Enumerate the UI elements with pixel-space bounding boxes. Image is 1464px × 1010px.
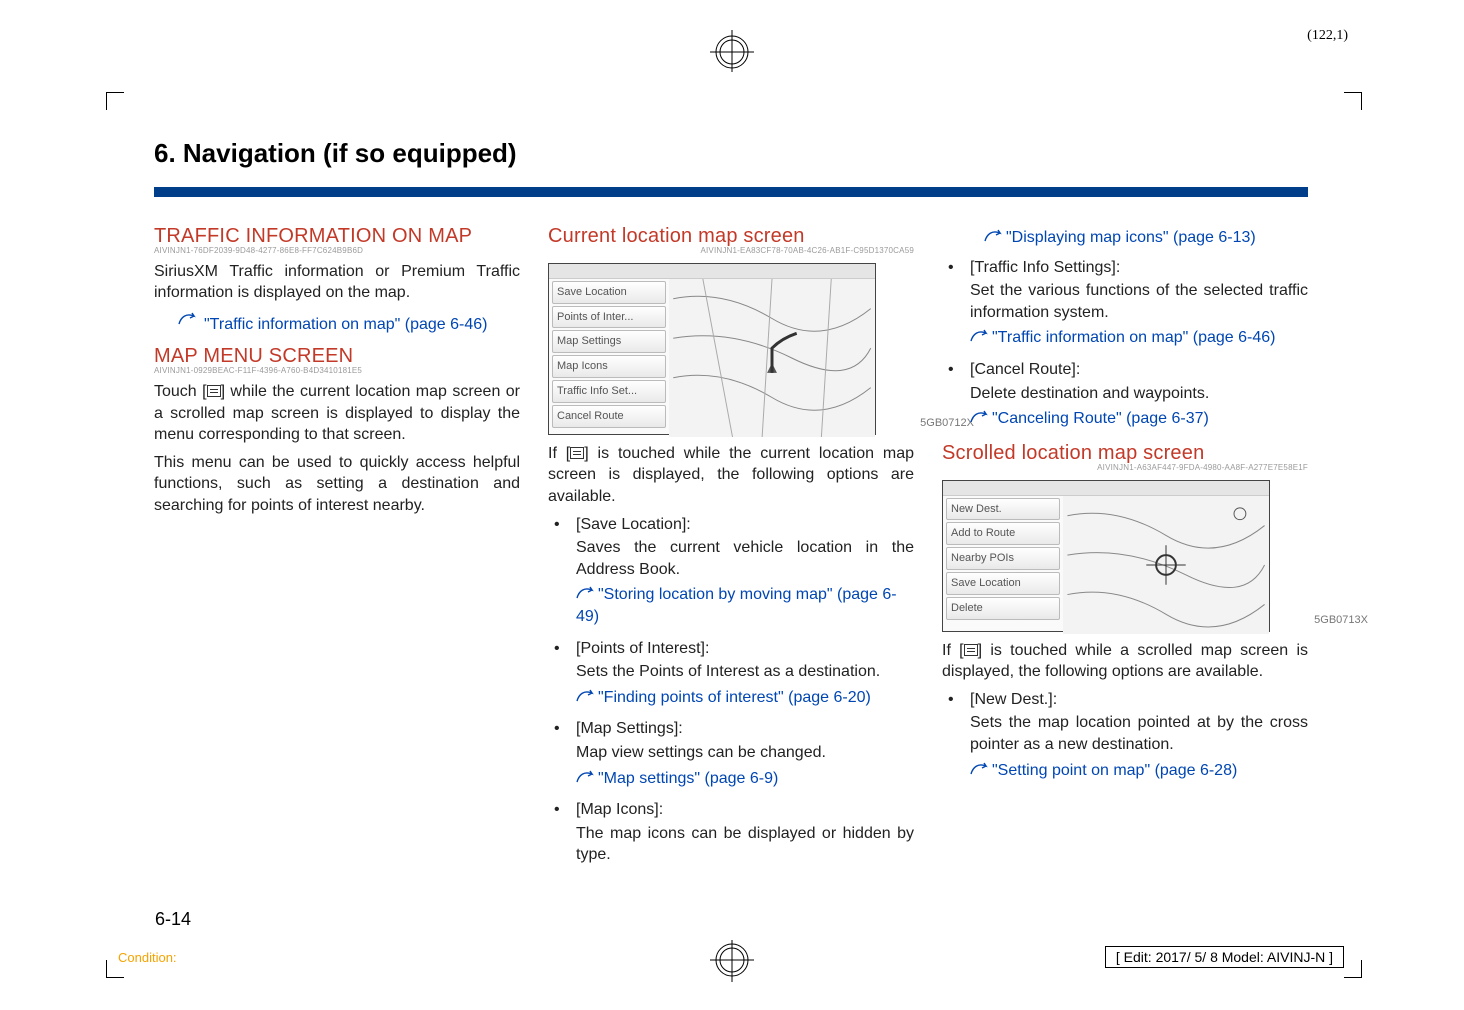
para-map-menu-touch: Touch [] while the current location map … xyxy=(154,381,520,446)
column-3: "Displaying map icons" (page 6-13) [Traf… xyxy=(942,223,1308,876)
pointer-icon xyxy=(576,768,598,790)
registration-mark-top xyxy=(702,12,762,72)
list-item: [Map Icons]: The map icons can be displa… xyxy=(548,799,914,866)
pointer-icon xyxy=(178,310,200,332)
pointer-icon xyxy=(970,327,992,349)
page-annotation: (122,1) xyxy=(1307,28,1348,44)
column-1: TRAFFIC INFORMATION ON MAP AIVINJN1-76DF… xyxy=(154,223,520,876)
ref-traffic-info-on-map: "Traffic information on map" (page 6-46) xyxy=(178,310,520,335)
option-list-scrolled: [New Dest.]: Sets the map location point… xyxy=(942,689,1308,781)
diagram-menu-item: Save Location xyxy=(552,281,666,304)
diagram-menu-list: Save Location Points of Inter... Map Set… xyxy=(549,279,669,437)
option-list-current: [Save Location]: Saves the current vehic… xyxy=(548,514,914,866)
diagram-map-panel xyxy=(1063,496,1269,634)
column-2: Current location map screen AIVINJN1-EA8… xyxy=(548,223,914,876)
diagram-menu-item: Map Icons xyxy=(552,355,666,378)
diagram-menu-item: Delete xyxy=(946,597,1060,620)
diagram-menu-list: New Dest. Add to Route Nearby POIs Save … xyxy=(943,496,1063,634)
list-item: [New Dest.]: Sets the map location point… xyxy=(942,689,1308,781)
diagram-menu-item: Cancel Route xyxy=(552,405,666,428)
menu-icon xyxy=(964,644,978,656)
diagram-menu-item: Points of Inter... xyxy=(552,306,666,329)
diagram-menu-item: Nearby POIs xyxy=(946,547,1060,570)
pointer-icon xyxy=(970,760,992,782)
option-list-top: [Traffic Info Settings]: Set the various… xyxy=(942,257,1308,430)
para-current-options: If [] is touched while the current locat… xyxy=(548,443,914,508)
list-item: [Map Settings]: Map view settings can be… xyxy=(548,718,914,789)
diagram-menu-item: Add to Route xyxy=(946,522,1060,545)
para-map-menu-usage: This menu can be used to quickly access … xyxy=(154,452,520,517)
para-scrolled-options: If [] is touched while a scrolled map sc… xyxy=(942,640,1308,683)
page-content: 6. Navigation (if so equipped) TRAFFIC I… xyxy=(154,138,1308,876)
code-map-menu: AIVINJN1-0929BEAC-F11F-4396-A760-B4D3410… xyxy=(154,366,520,377)
para-traffic-info: SiriusXM Traffic information or Premium … xyxy=(154,261,520,304)
title-rule xyxy=(154,187,1308,197)
diagram-menu-item: Map Settings xyxy=(552,330,666,353)
diagram-label: 5GB0713X xyxy=(1314,613,1368,628)
list-item: [Points of Interest]: Sets the Points of… xyxy=(548,638,914,709)
diagram-scrolled-location: New Dest. Add to Route Nearby POIs Save … xyxy=(942,480,1270,632)
diagram-map-panel xyxy=(669,279,875,437)
pointer-icon xyxy=(984,227,1006,249)
list-item: [Traffic Info Settings]: Set the various… xyxy=(942,257,1308,349)
diagram-current-location: Save Location Points of Inter... Map Set… xyxy=(548,263,876,435)
edit-stamp: [ Edit: 2017/ 5/ 8 Model: AIVINJ-N ] xyxy=(1105,946,1344,968)
pointer-icon xyxy=(970,408,992,430)
condition-label: Condition: xyxy=(118,950,177,965)
pointer-icon xyxy=(576,584,598,606)
diagram-menu-item: Save Location xyxy=(946,572,1060,595)
diagram-menu-item: New Dest. xyxy=(946,498,1060,521)
diagram-menu-item: Traffic Info Set... xyxy=(552,380,666,403)
pointer-icon xyxy=(576,687,598,709)
menu-icon xyxy=(570,447,584,459)
menu-icon xyxy=(207,385,221,397)
list-item: [Cancel Route]: Delete destination and w… xyxy=(942,359,1308,430)
list-item: [Save Location]: Saves the current vehic… xyxy=(548,514,914,628)
page-number: 6-14 xyxy=(155,909,191,930)
section-title: 6. Navigation (if so equipped) xyxy=(154,138,1308,169)
